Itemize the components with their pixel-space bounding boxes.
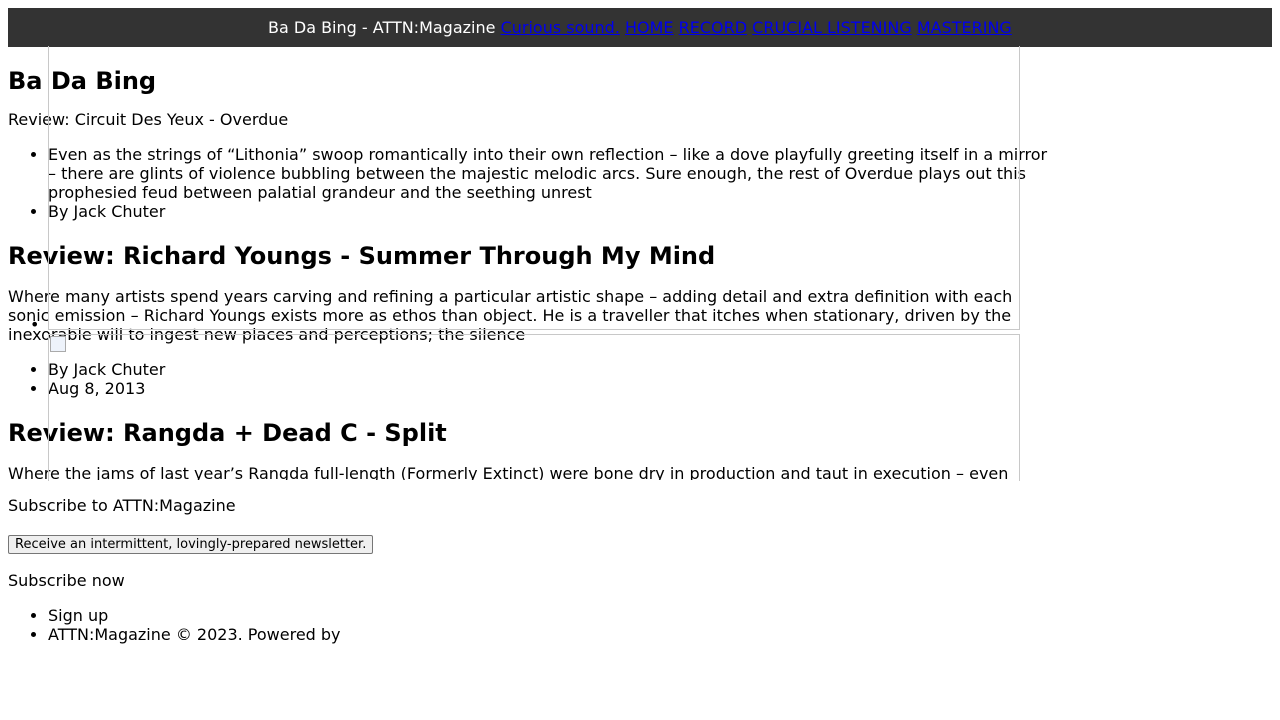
site-header-bar: Ba Da Bing - ATTN:Magazine Curious sound… [8,8,1272,47]
review-title-circuit-des-yeux[interactable]: Review: Circuit Des Yeux - Overdue [8,110,1048,129]
list-bullet: • [30,315,40,334]
site-title: Ba Da Bing - ATTN:Magazine [268,18,496,37]
review-meta-list: Even as the strings of “Lithonia” swoop … [8,145,1048,221]
header-nav: Ba Da Bing - ATTN:Magazine Curious sound… [268,18,1012,37]
review-date: Aug 8, 2013 [48,379,1048,398]
nav-link-record[interactable]: RECORD [679,18,747,37]
subscribe-heading: Subscribe to ATTN:Magazine [8,496,236,515]
review-author: By Jack Chuter [48,360,1048,379]
review-title-richard-youngs[interactable]: Review: Richard Youngs - Summer Through … [8,242,1048,270]
nav-link-home[interactable]: HOME [625,18,674,37]
signup-link[interactable]: Sign up [48,606,1272,625]
subscribe-now-link[interactable]: Subscribe now [8,571,1272,590]
footer-list: Sign up ATTN:Magazine © 2023. Powered by [8,606,1272,644]
review-author: By Jack Chuter [48,202,1048,221]
page-title: Ba Da Bing [8,67,157,95]
review-title-rangda-dead-c[interactable]: Review: Rangda + Dead C - Split [8,419,1048,447]
footer: Subscribe to ATTN:Magazine Receive an in… [8,496,1272,644]
nav-link-mastering[interactable]: MASTERING [917,18,1012,37]
review-excerpt: Where the jams of last year’s Rangda ful… [8,464,1009,480]
nav-link-crucial-listening[interactable]: CRUCIAL LISTENING [752,18,912,37]
nav-link-curious-sound[interactable]: Curious sound. [501,18,620,37]
review-meta-list: By Jack Chuter Aug 8, 2013 [8,360,1048,398]
newsletter-button[interactable]: Receive an intermittent, lovingly-prepar… [8,535,374,554]
broken-image-icon [50,336,66,352]
review-excerpt: Where many artists spend years carving a… [8,287,1013,344]
review-excerpt: Even as the strings of “Lithonia” swoop … [48,145,1048,202]
copyright-text: ATTN:Magazine © 2023. Powered by [48,625,1272,644]
main-content: Ba Da Bing Review: Circuit Des Yeux - Ov… [8,47,1048,480]
